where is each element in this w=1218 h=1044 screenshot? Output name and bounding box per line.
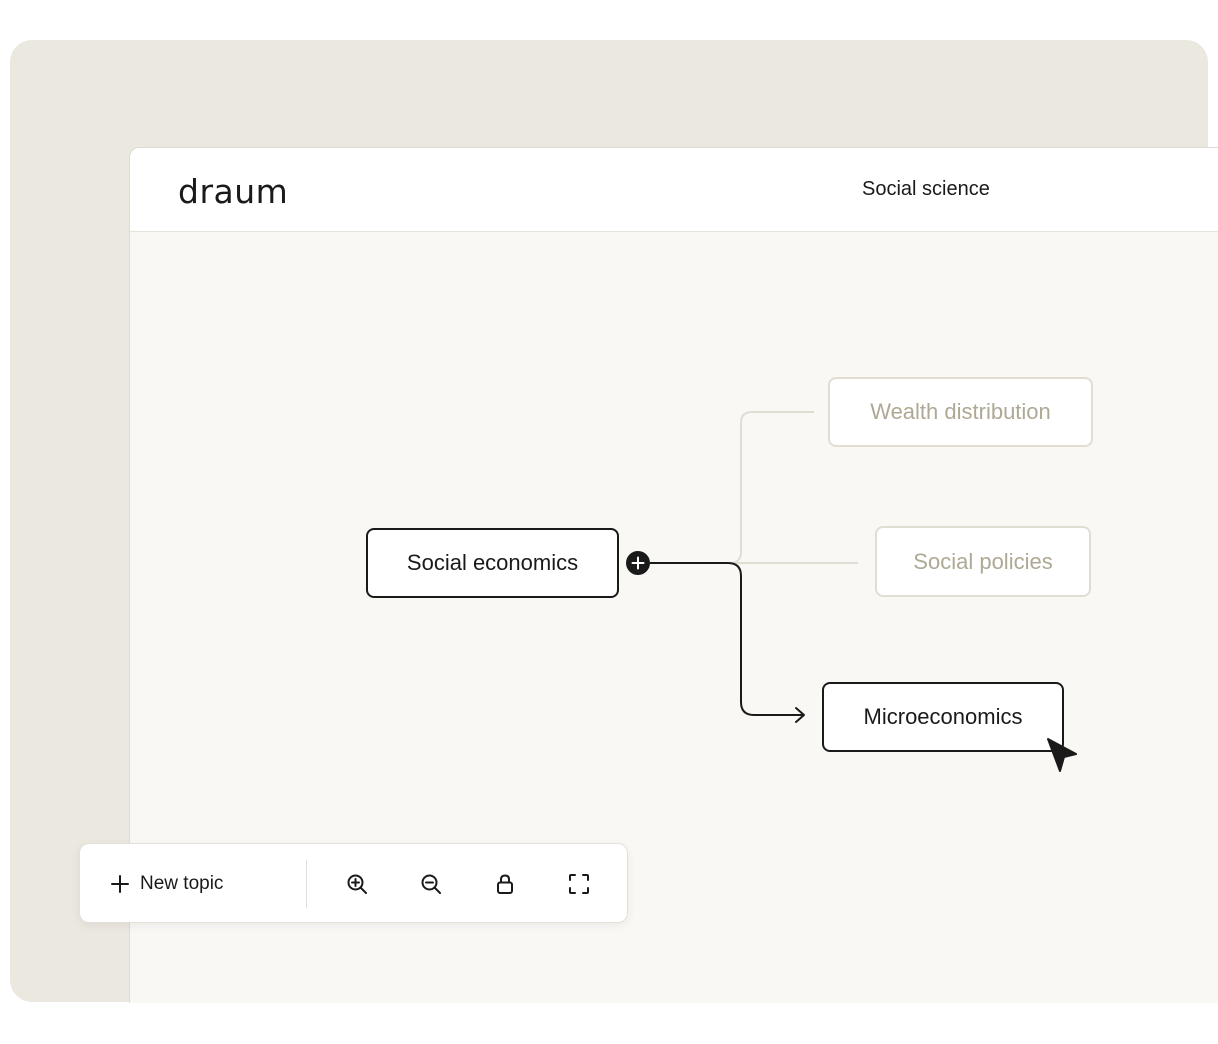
canvas-toolbar: New topic <box>79 843 628 923</box>
new-topic-button[interactable]: New topic <box>110 862 223 906</box>
connector-microeconomics <box>650 562 803 716</box>
node-label: Wealth distribution <box>870 399 1051 424</box>
zoom-out-button[interactable] <box>415 868 447 900</box>
node-social-policies[interactable]: Social policies <box>875 526 1091 597</box>
plus-circle-icon[interactable] <box>625 550 651 576</box>
fullscreen-icon <box>569 874 589 894</box>
zoom-in-icon <box>347 874 367 894</box>
mouse-cursor-icon <box>1047 738 1077 772</box>
toolbar-divider <box>306 860 307 908</box>
connector-wealth-distribution <box>650 411 814 564</box>
node-social-economics[interactable]: Social economics <box>366 528 619 598</box>
plus-icon <box>111 875 129 893</box>
node-label: Microeconomics <box>863 704 1023 729</box>
node-label: Social economics <box>406 550 579 575</box>
node-microeconomics[interactable]: Microeconomics <box>822 682 1064 752</box>
zoom-in-button[interactable] <box>341 868 373 900</box>
lock-button[interactable] <box>489 868 521 900</box>
node-wealth-distribution[interactable]: Wealth distribution <box>828 377 1093 447</box>
zoom-out-icon <box>421 874 441 894</box>
fullscreen-button[interactable] <box>563 868 595 900</box>
node-label: Social policies <box>913 548 1053 574</box>
lock-icon <box>497 874 513 894</box>
new-topic-label: New topic <box>140 873 224 894</box>
